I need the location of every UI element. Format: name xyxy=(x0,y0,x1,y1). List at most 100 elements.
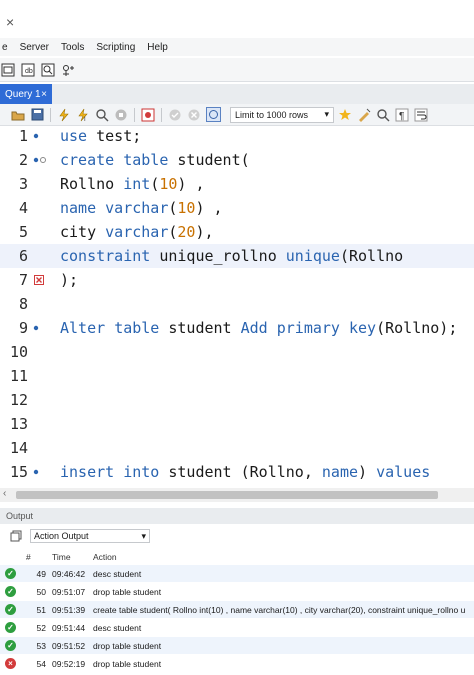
code-text[interactable]: ); xyxy=(60,271,78,289)
stop-on-error-icon[interactable] xyxy=(140,107,156,123)
editor-line[interactable]: 11 xyxy=(0,364,474,388)
output-row[interactable]: ✓ 53 09:51:52 drop table student xyxy=(0,637,474,654)
close-window-icon[interactable]: × xyxy=(6,14,14,30)
execute-current-icon[interactable]: I xyxy=(75,107,91,123)
commit-icon[interactable] xyxy=(167,107,183,123)
search-table-icon[interactable] xyxy=(40,62,56,78)
editor-line[interactable]: 2 create table student( xyxy=(0,148,474,172)
scroll-left-icon[interactable]: ‹ xyxy=(3,488,6,499)
table-inspect-icon[interactable]: db xyxy=(20,62,36,78)
editor-line[interactable]: 12 xyxy=(0,388,474,412)
query-tab-bar: Query 1 × xyxy=(0,84,474,104)
word-wrap-icon[interactable] xyxy=(413,107,429,123)
sql-file-icon[interactable] xyxy=(0,62,16,78)
output-row[interactable]: ✓ 50 09:51:07 drop table student xyxy=(0,583,474,600)
statement-marker-icon xyxy=(32,129,46,143)
editor-line[interactable]: 4 name varchar(10) , xyxy=(0,196,474,220)
editor-line[interactable]: 13 xyxy=(0,412,474,436)
code-text[interactable]: city varchar(20), xyxy=(60,223,214,241)
editor-horizontal-scrollbar[interactable]: ‹ xyxy=(0,488,474,502)
editor-line[interactable]: 3 Rollno int(10) , xyxy=(0,172,474,196)
scrollbar-thumb[interactable] xyxy=(16,491,438,499)
line-number: 15 xyxy=(9,463,28,481)
copy-icon[interactable] xyxy=(8,528,24,544)
toolbar-separator xyxy=(134,107,135,122)
row-action: drop table student xyxy=(93,658,162,669)
reconnect-icon[interactable] xyxy=(60,62,76,78)
col-header-num[interactable]: # xyxy=(26,552,48,562)
line-number: 12 xyxy=(9,391,28,409)
invisible-chars-icon[interactable]: ¶ xyxy=(394,107,410,123)
editor-line[interactable]: 15 insert into student (Rollno, name) val… xyxy=(0,460,474,484)
row-time: 09:51:52 xyxy=(52,640,86,651)
editor-line[interactable]: 10 xyxy=(0,340,474,364)
code-text[interactable]: insert into student (Rollno, name) value… xyxy=(60,463,430,481)
code-text[interactable]: name varchar(10) , xyxy=(60,199,223,217)
beautify-icon[interactable] xyxy=(356,107,372,123)
tab-close-icon[interactable]: × xyxy=(41,89,47,100)
menu-server[interactable]: Server xyxy=(14,42,55,53)
save-icon[interactable] xyxy=(29,107,45,123)
add-snippet-icon[interactable] xyxy=(337,107,353,123)
editor-line[interactable]: 8 xyxy=(0,292,474,316)
sql-editor[interactable]: 1 use test; 2 create table student(3 Rollno … xyxy=(0,126,474,486)
line-number: 13 xyxy=(9,415,28,433)
editor-line[interactable]: 9 Alter table student Add primary key(Rol… xyxy=(0,316,474,340)
editor-line[interactable]: 14 xyxy=(0,436,474,460)
row-action: drop table student xyxy=(93,640,162,651)
limit-rows-select[interactable]: Limit to 1000 rows ▾ xyxy=(230,106,334,123)
code-text[interactable]: Alter table student Add primary key(Roll… xyxy=(60,319,457,337)
output-row[interactable]: ✓ 49 09:46:42 desc student xyxy=(0,565,474,582)
row-action: desc student xyxy=(93,568,142,579)
statement-marker-icon xyxy=(32,465,46,479)
code-text[interactable]: create table student( xyxy=(60,151,250,169)
output-title: Output xyxy=(6,511,34,521)
stop-icon[interactable] xyxy=(113,107,129,123)
editor-line[interactable]: 1 use test; xyxy=(0,124,474,148)
row-time: 09:46:42 xyxy=(52,568,86,579)
editor-line[interactable]: 7); xyxy=(0,268,474,292)
tab-label: Query 1 xyxy=(5,88,41,100)
code-text[interactable]: Rollno int(10) , xyxy=(60,175,205,193)
menu-help[interactable]: Help xyxy=(141,42,174,53)
sql-editor-toolbar: I Limit to 1000 rows ▾ ¶ xyxy=(0,104,474,126)
statement-marker-icon xyxy=(32,321,46,335)
row-action: create table student( Rollno int(10) , n… xyxy=(93,604,466,615)
chevron-down-icon: ▾ xyxy=(324,109,329,119)
success-check-icon: ✓ xyxy=(5,622,16,633)
row-number: 52 xyxy=(36,622,46,633)
open-folder-icon[interactable] xyxy=(10,107,26,123)
rollback-icon[interactable] xyxy=(186,107,202,123)
error-x-icon: × xyxy=(5,658,16,669)
editor-line[interactable]: 5 city varchar(20), xyxy=(0,220,474,244)
menu-scripting[interactable]: Scripting xyxy=(90,42,141,53)
explain-icon[interactable] xyxy=(94,107,110,123)
svg-text:I: I xyxy=(84,117,86,122)
find-icon[interactable] xyxy=(375,107,391,123)
code-text[interactable]: constraint unique_rollno unique(Rollno xyxy=(60,247,403,265)
menu-edit[interactable]: e xyxy=(0,42,14,53)
output-type-label: Action Output xyxy=(34,531,89,541)
row-time: 09:51:39 xyxy=(52,604,86,615)
row-number: 50 xyxy=(36,586,46,597)
output-row[interactable]: ✓ 52 09:51:44 desc student xyxy=(0,619,474,636)
line-number: 11 xyxy=(9,367,28,385)
editor-line[interactable]: 6 constraint unique_rollno unique(Rollno xyxy=(0,244,474,268)
output-type-select[interactable]: Action Output ▾ xyxy=(30,529,150,543)
action-output-grid: # Time Action ✓ 49 09:46:42 desc student ✓ 50… xyxy=(0,548,474,675)
code-text[interactable]: use test; xyxy=(60,127,141,145)
col-header-time[interactable]: Time xyxy=(52,552,71,562)
line-number: 5 xyxy=(18,223,28,241)
menu-tools[interactable]: Tools xyxy=(55,42,90,53)
autocommit-toggle-icon[interactable] xyxy=(205,107,221,123)
execute-icon[interactable] xyxy=(56,107,72,123)
window-titlebar: × xyxy=(0,0,474,36)
output-row[interactable]: ✓ 51 09:51:39 create table student( Rollno … xyxy=(0,601,474,618)
col-header-action[interactable]: Action xyxy=(93,552,117,562)
output-row[interactable]: × 54 09:52:19 drop table student xyxy=(0,655,474,672)
output-panel-header: Output xyxy=(0,508,474,524)
success-check-icon: ✓ xyxy=(5,640,16,651)
row-time: 09:51:07 xyxy=(52,586,86,597)
svg-text:¶: ¶ xyxy=(399,111,404,122)
tab-query-1[interactable]: Query 1 × xyxy=(0,84,52,104)
